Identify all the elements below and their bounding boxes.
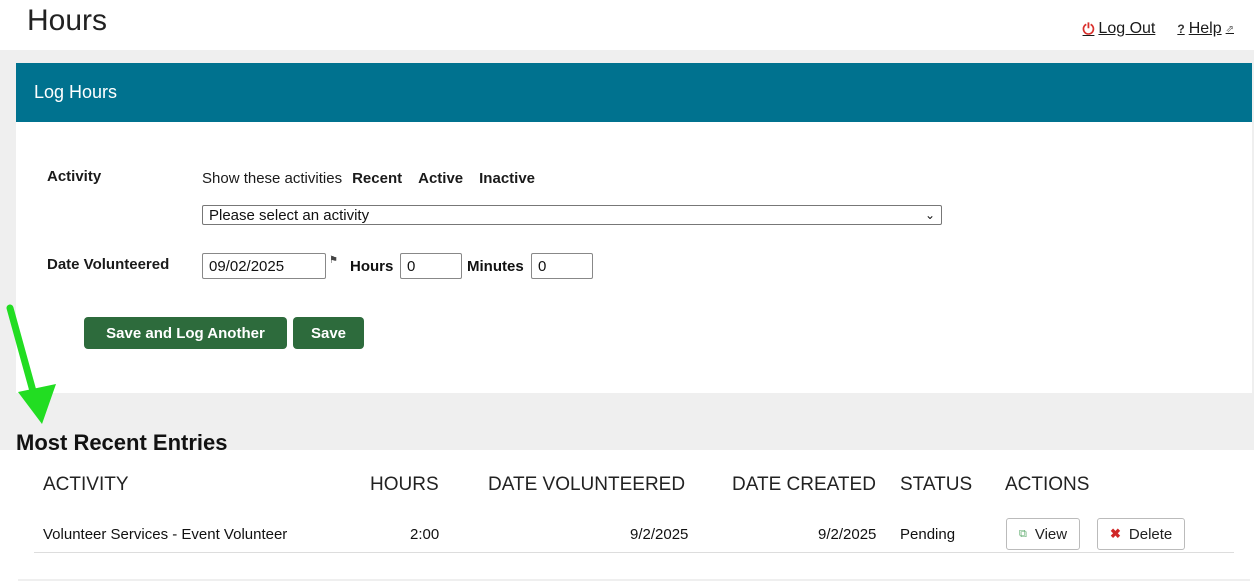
cell-date-created: 9/2/2025 bbox=[818, 526, 877, 543]
table-header: ACTIVITY HOURS DATE VOLUNTEERED DATE CRE… bbox=[34, 474, 1234, 502]
view-button[interactable]: ⧉ View bbox=[1006, 518, 1081, 550]
activity-filters: Show these activities Recent Active Inac… bbox=[202, 170, 535, 187]
logout-label: Log Out bbox=[1098, 20, 1156, 37]
logout-link[interactable]: ⏻ Log Out bbox=[1083, 20, 1156, 38]
delete-label: Delete bbox=[1128, 525, 1173, 543]
activity-select[interactable]: Please select an activity ⌄ bbox=[202, 205, 942, 225]
hours-input[interactable] bbox=[400, 253, 462, 279]
delete-x-icon: ✖ bbox=[1110, 526, 1121, 541]
col-status: STATUS bbox=[900, 474, 973, 495]
cell-activity: Volunteer Services - Event Volunteer bbox=[43, 526, 288, 543]
help-link[interactable]: ? Help ⇗ bbox=[1177, 20, 1234, 38]
save-and-log-another-button[interactable]: Save and Log Another bbox=[84, 317, 287, 349]
panel-header: Log Hours bbox=[16, 63, 1252, 122]
col-hours: HOURS bbox=[370, 474, 439, 495]
date-volunteered-label: Date Volunteered bbox=[47, 256, 170, 273]
view-label: View bbox=[1034, 525, 1068, 543]
col-date-created: DATE CREATED bbox=[732, 474, 876, 495]
chevron-down-icon: ⌄ bbox=[924, 208, 935, 222]
cell-status: Pending bbox=[900, 526, 956, 543]
activity-select-value: Please select an activity bbox=[209, 206, 370, 224]
bottom-divider bbox=[18, 579, 1250, 581]
delete-button[interactable]: ✖ Delete bbox=[1097, 518, 1186, 550]
green-arrow-annotation bbox=[6, 304, 56, 424]
filter-inactive[interactable]: Inactive bbox=[479, 170, 535, 187]
external-link-icon: ⇗ bbox=[1225, 23, 1234, 35]
hours-label: Hours bbox=[350, 258, 394, 275]
power-icon: ⏻ bbox=[1082, 20, 1095, 38]
minutes-label: Minutes bbox=[467, 258, 524, 275]
date-volunteered-input[interactable] bbox=[202, 253, 326, 279]
minutes-input[interactable] bbox=[531, 253, 593, 279]
help-question-icon: ? bbox=[1177, 22, 1185, 36]
calendar-flag-icon[interactable]: ⚑ bbox=[329, 255, 338, 266]
cell-date-volunteered: 9/2/2025 bbox=[630, 526, 689, 543]
help-label: Help bbox=[1188, 20, 1222, 37]
filter-recent[interactable]: Recent bbox=[352, 170, 402, 187]
most-recent-entries-title: Most Recent Entries bbox=[16, 430, 228, 455]
top-links: ⏻ Log Out ? Help ⇗ bbox=[1083, 20, 1234, 38]
save-button[interactable]: Save bbox=[293, 317, 364, 349]
show-activities-label: Show these activities bbox=[202, 170, 343, 187]
col-actions: ACTIONS bbox=[1005, 474, 1090, 495]
view-icon: ⧉ bbox=[1019, 527, 1027, 540]
page-title: Hours bbox=[27, 4, 108, 37]
log-hours-panel: Log Hours Activity Show these activities… bbox=[16, 63, 1252, 393]
activity-label: Activity bbox=[47, 168, 102, 185]
cell-hours: 2:00 bbox=[410, 526, 440, 543]
col-activity: ACTIVITY bbox=[43, 474, 129, 495]
col-date-volunteered: DATE VOLUNTEERED bbox=[488, 474, 686, 495]
filter-active[interactable]: Active bbox=[418, 170, 463, 187]
